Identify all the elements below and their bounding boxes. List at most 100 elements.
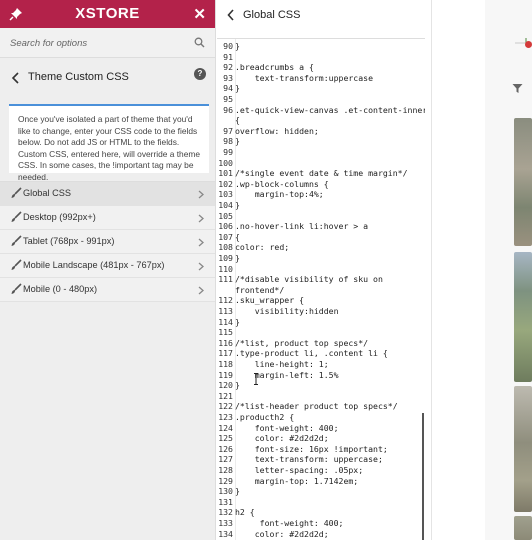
code-text: } — [235, 136, 240, 147]
section-description: Once you've isolated a part of theme tha… — [9, 104, 209, 182]
chevron-right-icon — [198, 214, 204, 223]
code-line: { — [217, 115, 425, 126]
menu-item-label: Global CSS — [23, 188, 72, 198]
code-text: visibility:hidden — [235, 306, 339, 316]
section-header: Theme Custom CSS ? — [0, 58, 215, 98]
code-line: 123 .producth2 { — [217, 412, 425, 423]
code-line: 112 .sku_wrapper { — [217, 295, 425, 306]
code-line: 92 .breadcrumbs a { — [217, 62, 425, 73]
code-text: } — [235, 41, 240, 51]
line-number: 90 — [223, 41, 233, 51]
chevron-left-icon[interactable] — [227, 9, 235, 21]
css-editor-panel: Global CSS 90} 91 92 .breadcrumbs a {93 tex… — [217, 0, 432, 540]
menu-item[interactable]: Desktop (992px+) — [0, 206, 215, 230]
code-line: 102 .wp-block-columns { — [217, 179, 425, 190]
code-text: .producth2 { — [235, 412, 295, 422]
menu-item-label: Desktop (992px+) — [23, 212, 96, 222]
line-number: 128 — [218, 465, 233, 475]
close-icon[interactable]: ✕ — [193, 5, 206, 23]
code-line: 105 — [217, 211, 425, 222]
menu-item-label: Mobile (0 - 480px) — [23, 284, 98, 294]
site-preview[interactable] — [433, 0, 532, 540]
code-text: } — [235, 316, 240, 327]
code-text: /*single event date & time margin*/ — [235, 168, 408, 179]
code-text: text-transform: uppercase; — [235, 454, 383, 465]
chevron-left-icon[interactable] — [11, 71, 21, 85]
line-number: 117 — [218, 348, 233, 359]
brush-icon — [11, 235, 22, 246]
help-icon[interactable]: ? — [194, 68, 206, 80]
code-line: 119 margin-left: 1.5% — [217, 370, 425, 381]
menu-item[interactable]: Mobile (0 - 480px) — [0, 278, 215, 302]
code-line: 100 — [217, 158, 425, 169]
line-number: 118 — [218, 359, 233, 369]
line-number: 96 — [223, 104, 233, 115]
code-line: 130} — [217, 486, 425, 497]
line-number: 120 — [218, 380, 233, 391]
code-line: 91 — [217, 52, 425, 63]
brand-logo: XSTORE — [75, 5, 140, 22]
line-number: 97 — [223, 125, 233, 136]
menu-item-label: Mobile Landscape (481px - 767px) — [23, 260, 165, 270]
line-number: 134 — [218, 528, 233, 539]
filter-icon[interactable] — [512, 83, 523, 94]
editor-scrollbar[interactable] — [422, 413, 424, 540]
customizer-panel: XSTORE ✕ Theme Custom CSS ? Once you've … — [0, 0, 216, 540]
line-number: 125 — [218, 433, 233, 444]
line-number: 124 — [218, 422, 233, 433]
code-line: 120} — [217, 380, 425, 391]
code-text: font-weight: 400; — [235, 518, 344, 528]
line-number: 127 — [218, 454, 233, 465]
line-number: 93 — [223, 72, 233, 83]
code-line: 131 — [217, 497, 425, 508]
chevron-right-icon — [198, 238, 204, 247]
code-editor[interactable]: 90} 91 92 .breadcrumbs a {93 text-transform… — [217, 38, 425, 540]
code-line: 107{ — [217, 232, 425, 243]
menu-item[interactable]: Mobile Landscape (481px - 767px) — [0, 254, 215, 278]
line-number: 95 — [223, 94, 233, 104]
code-line: 111/*disable visibility of sku on — [217, 274, 425, 285]
code-line: frontend*/ — [217, 285, 425, 296]
menu-item[interactable]: Tablet (768px - 991px) — [0, 230, 215, 254]
code-line: 116/*list, product top specs*/ — [217, 338, 425, 349]
code-line: 94} — [217, 83, 425, 94]
product-image[interactable] — [514, 252, 532, 382]
code-text: font-weight: 400; — [235, 422, 339, 433]
line-number: 121 — [218, 390, 233, 401]
code-line: 122/*list-header product top specs*/ — [217, 401, 425, 412]
brush-icon — [11, 259, 22, 270]
line-number: 119 — [218, 369, 233, 380]
code-line: 129 margin-top: 1.7142em; — [217, 476, 425, 487]
line-number: 111 — [218, 274, 233, 285]
search-icon[interactable] — [194, 37, 205, 48]
code-text: font-size: 16px !important; — [235, 443, 388, 454]
code-text: overflow: hidden; — [235, 125, 319, 136]
product-image[interactable] — [514, 516, 532, 540]
code-line: 132 h2 { — [217, 507, 425, 518]
line-number: 94 — [223, 83, 233, 94]
code-text: letter-spacing: .05px; — [235, 465, 364, 475]
code-line: 124 font-weight: 400; — [217, 423, 425, 434]
menu-item[interactable]: Global CSS — [0, 182, 215, 206]
code-text: h2 { — [235, 507, 255, 518]
line-number: 129 — [218, 475, 233, 486]
chevron-right-icon — [198, 286, 204, 295]
product-image[interactable] — [514, 386, 532, 512]
code-line: 99 — [217, 147, 425, 158]
code-line: 109} — [217, 253, 425, 264]
editor-header: Global CSS — [217, 0, 431, 30]
line-number: 106 — [218, 221, 233, 232]
line-number: 115 — [218, 327, 233, 338]
line-number: 98 — [223, 136, 233, 147]
code-line: 117 .type-product li, .content li { — [217, 348, 425, 359]
line-number: 112 — [218, 295, 233, 306]
line-number: 122 — [218, 401, 233, 412]
code-text: } — [235, 83, 240, 94]
code-text: } — [235, 486, 240, 497]
line-number: 126 — [218, 443, 233, 454]
code-text: { — [235, 115, 240, 126]
line-number: 102 — [218, 178, 233, 189]
search-input[interactable] — [0, 28, 180, 58]
code-text: /*list-header product top specs*/ — [235, 401, 398, 412]
product-image[interactable] — [514, 118, 532, 246]
